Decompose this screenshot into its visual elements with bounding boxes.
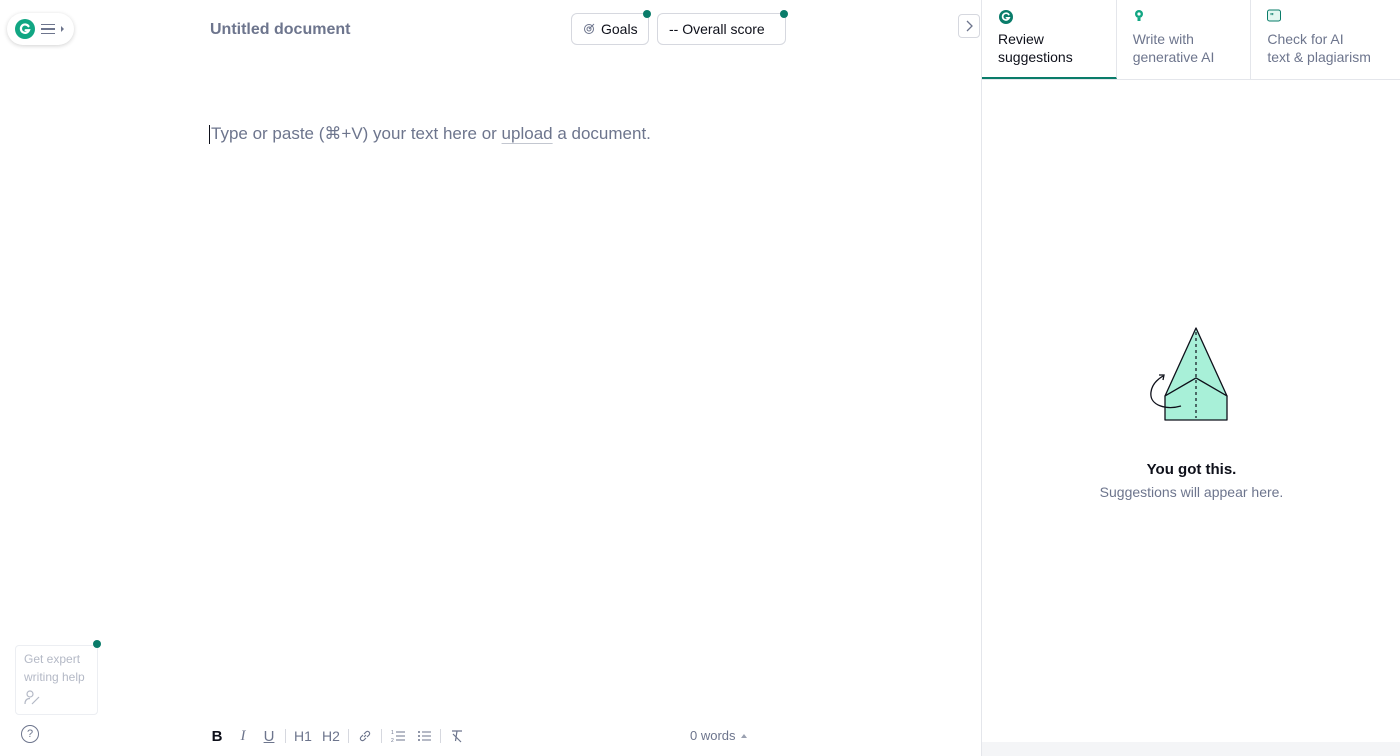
word-count-label: 0 words [690,728,736,743]
tab-review-line2: suggestions [998,49,1073,65]
tab-ai-line2: generative AI [1132,49,1215,65]
bullet-list-icon [417,731,431,741]
clear-format-button[interactable] [444,724,470,748]
bullet-list-button[interactable] [411,724,437,748]
target-icon [584,23,595,34]
formatting-toolbar: B I U H1 H2 12 [204,724,470,748]
bold-button[interactable]: B [204,724,230,748]
empty-state: You got this. Suggestions will appear he… [982,326,1400,500]
app-root: Untitled document Goals -- Overall score… [0,0,1400,756]
numbered-list-button[interactable]: 12 [385,724,411,748]
person-pen-icon [24,690,89,711]
expert-notification-dot [93,640,101,648]
goals-label: Goals [601,21,638,37]
hamburger-icon [41,23,55,35]
grammarly-logo-icon [15,19,35,39]
italic-button[interactable]: I [230,724,256,748]
expert-help-line1: Get expert [24,652,81,666]
tab-ai-plagiarism[interactable]: " Check for AI text & plagiarism [1251,0,1400,79]
editor-input[interactable]: Type or paste (⌘+V) your text here or up… [209,119,949,149]
svg-text:2: 2 [391,738,394,743]
tab-ai-line1: Write with [1132,31,1194,47]
help-button[interactable]: ? [21,725,39,743]
tab-review-suggestions[interactable]: Review suggestions [982,0,1117,79]
goals-notification-dot [643,10,651,18]
assistant-panel: Review suggestions Write with generative… [981,0,1400,756]
tab-review-line1: Review [998,31,1044,47]
overall-score-label: -- Overall score [669,21,765,37]
expert-help-line2: writing help [24,670,85,684]
editor-placeholder-start: Type or paste (⌘+V) your text here or [211,124,502,143]
link-button[interactable] [352,724,378,748]
tab-generative-ai[interactable]: Write with generative AI [1117,0,1252,79]
lightbulb-icon [1133,9,1251,25]
editor-placeholder-end: a document. [552,124,651,143]
svg-text:1: 1 [391,730,394,736]
empty-state-subtitle: Suggestions will appear here. [1099,484,1284,500]
numbered-list-icon: 12 [391,730,405,743]
quote-icon: " [1267,9,1400,25]
tab-plagiarism-line2: text & plagiarism [1267,49,1371,65]
collapse-panel-button[interactable] [958,14,980,38]
clear-format-icon [452,730,462,743]
toolbar-divider [381,729,382,743]
panel-footer [982,742,1400,756]
overall-score-button[interactable]: -- Overall score [657,10,788,45]
chevron-right-icon [966,20,973,32]
expert-help-card[interactable]: Get expert writing help [15,640,101,715]
main-menu-button[interactable] [7,13,74,45]
score-notification-dot [780,10,788,18]
empty-state-title: You got this. [1146,461,1237,478]
svg-text:": " [1270,12,1274,21]
toolbar-divider [348,729,349,743]
caret-up-icon [740,733,747,738]
assistant-tabs: Review suggestions Write with generative… [982,0,1400,80]
heading1-button[interactable]: H1 [289,724,317,748]
upload-link[interactable]: upload [502,124,553,144]
toolbar-divider [285,729,286,743]
paper-plane-illustration [1149,327,1228,421]
text-cursor [209,124,210,144]
tab-plagiarism-line1: Check for AI [1267,31,1344,47]
caret-right-icon [61,26,64,32]
grammarly-icon [998,9,1116,25]
word-count-button[interactable]: 0 words [690,728,747,743]
document-title[interactable]: Untitled document [210,21,350,39]
toolbar-divider [440,729,441,743]
heading2-button[interactable]: H2 [317,724,345,748]
underline-button[interactable]: U [256,724,282,748]
link-icon [359,730,371,742]
goals-button[interactable]: Goals [571,10,651,45]
